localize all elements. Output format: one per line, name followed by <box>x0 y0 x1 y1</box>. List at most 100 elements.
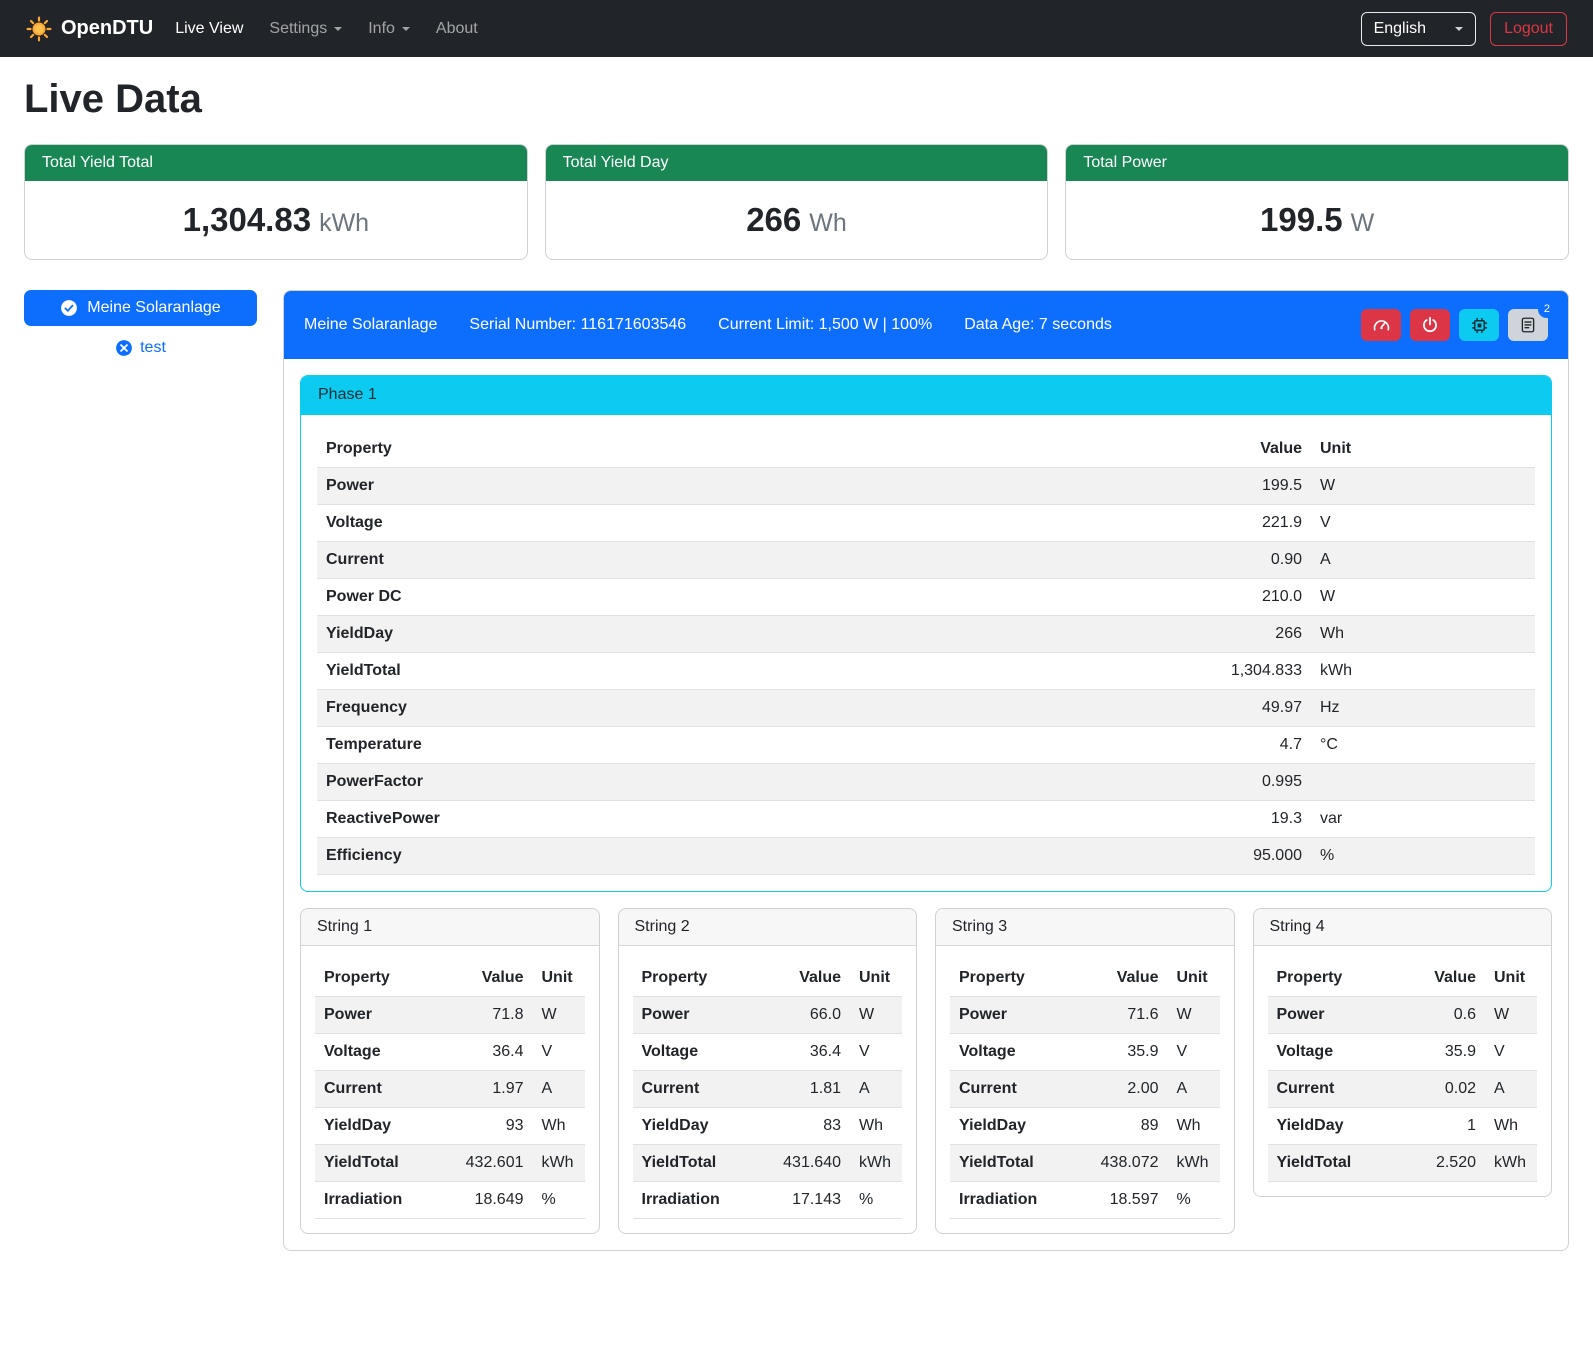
row-unit: % <box>1311 838 1535 875</box>
row-value: 1.81 <box>774 1071 850 1108</box>
string-table: Property Value Unit Power71.8W Voltage36… <box>315 960 585 1219</box>
row-value: 0.6 <box>1409 997 1485 1034</box>
row-unit <box>1311 764 1535 801</box>
row-unit: A <box>1485 1071 1537 1108</box>
row-property: YieldTotal <box>315 1145 457 1182</box>
card-title: Total Yield Total <box>25 145 527 181</box>
table-row: YieldDay89Wh <box>950 1108 1220 1145</box>
col-unit: Unit <box>1168 960 1220 997</box>
row-value: 71.8 <box>457 997 533 1034</box>
inverter-tab-label: test <box>140 339 166 357</box>
string-card-title: String 2 <box>619 909 917 946</box>
row-unit: W <box>850 997 902 1034</box>
table-row: Efficiency95.000% <box>317 838 1535 875</box>
brand-link[interactable]: OpenDTU <box>26 16 153 42</box>
row-unit: Wh <box>1485 1108 1537 1145</box>
table-row: Power66.0W <box>633 997 903 1034</box>
row-unit: % <box>533 1182 585 1219</box>
row-property: PowerFactor <box>317 764 1171 801</box>
card-unit: Wh <box>809 209 847 237</box>
row-property: Voltage <box>317 505 1171 542</box>
col-unit: Unit <box>850 960 902 997</box>
eventlog-button[interactable]: 2 <box>1508 309 1548 341</box>
row-property: Current <box>317 542 1171 579</box>
language-select[interactable]: English <box>1361 12 1476 46</box>
col-value: Value <box>457 960 533 997</box>
row-property: YieldDay <box>633 1108 775 1145</box>
row-property: YieldDay <box>317 616 1171 653</box>
row-unit: var <box>1311 801 1535 838</box>
string-table: Property Value Unit Power66.0W Voltage36… <box>633 960 903 1219</box>
row-unit: V <box>850 1034 902 1071</box>
nav-about[interactable]: About <box>436 20 478 38</box>
total-yield-day-card: Total Yield Day 266Wh <box>545 144 1049 260</box>
string-4-card: String 4 Property Value Unit <box>1253 908 1553 1197</box>
row-property: Power <box>1268 997 1410 1034</box>
speedometer-icon <box>1372 316 1391 335</box>
row-property: Current <box>1268 1071 1410 1108</box>
row-unit: Wh <box>850 1108 902 1145</box>
limit-settings-button[interactable] <box>1361 309 1401 341</box>
row-value: 266 <box>1171 616 1311 653</box>
row-property: Current <box>633 1071 775 1108</box>
nav-info[interactable]: Info <box>368 20 410 38</box>
col-property: Property <box>1268 960 1410 997</box>
table-row: Voltage35.9V <box>1268 1034 1538 1071</box>
eventlog-badge: 2 <box>1538 301 1556 318</box>
row-unit: kWh <box>1485 1145 1537 1182</box>
table-row: Current1.97A <box>315 1071 585 1108</box>
row-value: 1.97 <box>457 1071 533 1108</box>
table-row: YieldTotal438.072kWh <box>950 1145 1220 1182</box>
card-title: Total Yield Day <box>546 145 1048 181</box>
table-row: Temperature4.7°C <box>317 727 1535 764</box>
row-value: 1 <box>1409 1108 1485 1145</box>
row-unit: kWh <box>1311 653 1535 690</box>
row-value: 66.0 <box>774 997 850 1034</box>
row-property: Power <box>317 468 1171 505</box>
row-unit: V <box>533 1034 585 1071</box>
row-property: ReactivePower <box>317 801 1171 838</box>
x-circle-icon <box>115 339 133 357</box>
device-info-button[interactable] <box>1459 309 1499 341</box>
string-card-title: String 4 <box>1254 909 1552 946</box>
phase-card: Phase 1 Property Value Unit <box>300 375 1552 892</box>
inverter-serial: Serial Number: 116171603546 <box>469 316 686 334</box>
nav-settings[interactable]: Settings <box>269 20 342 38</box>
table-row: Current0.02A <box>1268 1071 1538 1108</box>
row-property: YieldDay <box>315 1108 457 1145</box>
nav-live-view[interactable]: Live View <box>175 20 243 38</box>
logout-button[interactable]: Logout <box>1490 12 1567 46</box>
table-row: YieldTotal432.601kWh <box>315 1145 585 1182</box>
col-value: Value <box>1092 960 1168 997</box>
inverter-tab-meine-solaranlage[interactable]: Meine Solaranlage <box>24 290 257 326</box>
table-row: Current2.00A <box>950 1071 1220 1108</box>
card-unit: W <box>1351 209 1375 237</box>
caret-down-icon <box>402 27 410 31</box>
col-value: Value <box>774 960 850 997</box>
row-property: Irradiation <box>315 1182 457 1219</box>
inverter-panel: Meine Solaranlage Serial Number: 1161716… <box>283 290 1569 1251</box>
row-value: 2.00 <box>1092 1071 1168 1108</box>
row-value: 432.601 <box>457 1145 533 1182</box>
row-value: 438.072 <box>1092 1145 1168 1182</box>
table-row: YieldDay266Wh <box>317 616 1535 653</box>
row-value: 1,304.833 <box>1171 653 1311 690</box>
row-value: 199.5 <box>1171 468 1311 505</box>
string-card-title: String 1 <box>301 909 599 946</box>
total-power-card: Total Power 199.5W <box>1065 144 1569 260</box>
power-icon <box>1421 316 1439 334</box>
row-unit: % <box>850 1182 902 1219</box>
row-property: Irradiation <box>950 1182 1092 1219</box>
row-property: Power DC <box>317 579 1171 616</box>
row-unit: V <box>1485 1034 1537 1071</box>
table-row: Power71.8W <box>315 997 585 1034</box>
inverter-tab-test[interactable]: test <box>24 338 257 358</box>
table-header-row: Property Value Unit <box>950 960 1220 997</box>
col-property: Property <box>317 431 1171 468</box>
row-property: Power <box>315 997 457 1034</box>
row-unit: W <box>1485 997 1537 1034</box>
table-row: Voltage36.4V <box>315 1034 585 1071</box>
table-row: PowerFactor0.995 <box>317 764 1535 801</box>
power-button[interactable] <box>1410 309 1450 341</box>
table-row: YieldDay83Wh <box>633 1108 903 1145</box>
